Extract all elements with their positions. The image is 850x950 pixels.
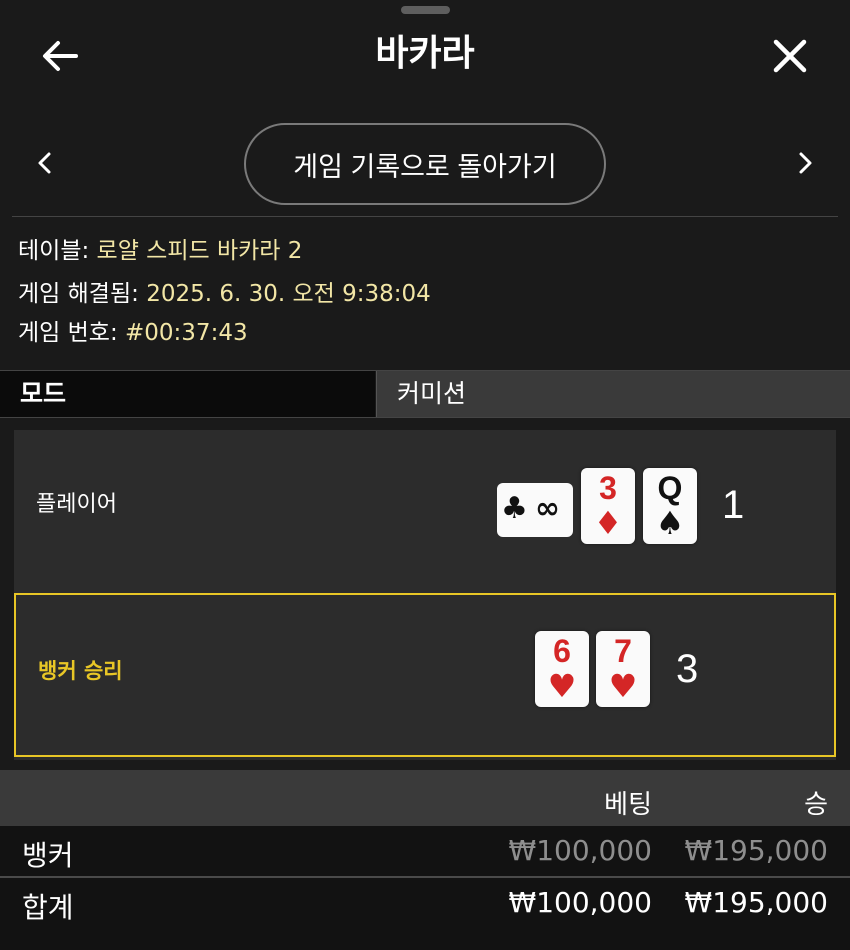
- divider: [12, 216, 838, 217]
- chevron-left-icon[interactable]: [30, 148, 60, 178]
- total-row: 합계 ₩100,000 ₩195,000: [0, 876, 850, 950]
- table-info: 테이블: 로얄 스피드 바카라 2: [18, 236, 302, 266]
- card-suit: ♦: [593, 504, 623, 542]
- resolved-value: 2025. 6. 30. 오전 9:38:04: [146, 281, 431, 307]
- drag-handle[interactable]: [401, 6, 450, 14]
- table-row: 뱅커 ₩100,000 ₩195,000: [0, 826, 850, 876]
- game-number-info: 게임 번호: #00:37:43: [18, 318, 248, 348]
- total-win: ₩195,000: [684, 886, 828, 919]
- player-score: 1: [722, 483, 745, 527]
- result-panel: 플레이어 ♣ ∞ 3 ♦ Q ♠ 1 뱅커 승리 6 ♥ 7 ♥ 3: [14, 430, 836, 760]
- resolved-info: 게임 해결됨: 2025. 6. 30. 오전 9:38:04: [18, 279, 431, 309]
- player-card-1: ♣ ∞: [497, 483, 573, 537]
- bet-row-label: 뱅커: [22, 839, 74, 872]
- header: 바카라: [0, 20, 850, 92]
- banker-card-2: 7 ♥: [596, 631, 650, 707]
- banker-card-1: 6 ♥: [535, 631, 589, 707]
- chevron-right-icon[interactable]: [790, 148, 820, 178]
- table-label: 테이블:: [18, 238, 90, 264]
- history-nav: 게임 기록으로 돌아가기: [0, 122, 850, 206]
- mode-tabs: 모드 커미션: [0, 370, 850, 418]
- player-card-3: Q ♠: [643, 468, 697, 544]
- game-number-value: #00:37:43: [125, 320, 248, 346]
- banker-score: 3: [676, 647, 699, 691]
- game-number-label: 게임 번호:: [18, 320, 118, 346]
- back-to-history-button[interactable]: 게임 기록으로 돌아가기: [244, 123, 606, 205]
- card-rank: Q: [657, 470, 683, 506]
- table-value: 로얄 스피드 바카라 2: [96, 238, 303, 264]
- card-rank: 6: [553, 633, 571, 669]
- bet-row-amount: ₩100,000: [508, 834, 652, 867]
- bet-table-header: 베팅 승: [0, 770, 850, 826]
- banker-row: 뱅커 승리 6 ♥ 7 ♥ 3: [14, 593, 836, 757]
- card-suit: ♥: [547, 667, 577, 705]
- close-icon[interactable]: [768, 34, 812, 78]
- player-row: 플레이어 ♣ ∞ 3 ♦ Q ♠ 1: [14, 430, 836, 593]
- card-suit: ♠: [655, 504, 685, 542]
- total-label: 합계: [22, 891, 74, 924]
- card-rank: ∞: [535, 491, 560, 526]
- card-rank: 3: [599, 470, 617, 506]
- card-suit: ♥: [608, 667, 638, 705]
- tab-commission[interactable]: 커미션: [376, 371, 850, 417]
- resolved-label: 게임 해결됨:: [18, 281, 139, 307]
- bet-column-header: 베팅: [604, 790, 652, 820]
- card-suit: ♣: [501, 491, 528, 526]
- bet-row-win: ₩195,000: [684, 834, 828, 867]
- total-bet: ₩100,000: [508, 886, 652, 919]
- page-title: 바카라: [375, 33, 475, 74]
- player-card-2: 3 ♦: [581, 468, 635, 544]
- win-column-header: 승: [804, 790, 828, 820]
- tab-mode[interactable]: 모드: [0, 371, 375, 417]
- banker-win-label: 뱅커 승리: [38, 659, 123, 683]
- card-rank: 7: [614, 633, 632, 669]
- player-label: 플레이어: [36, 492, 117, 517]
